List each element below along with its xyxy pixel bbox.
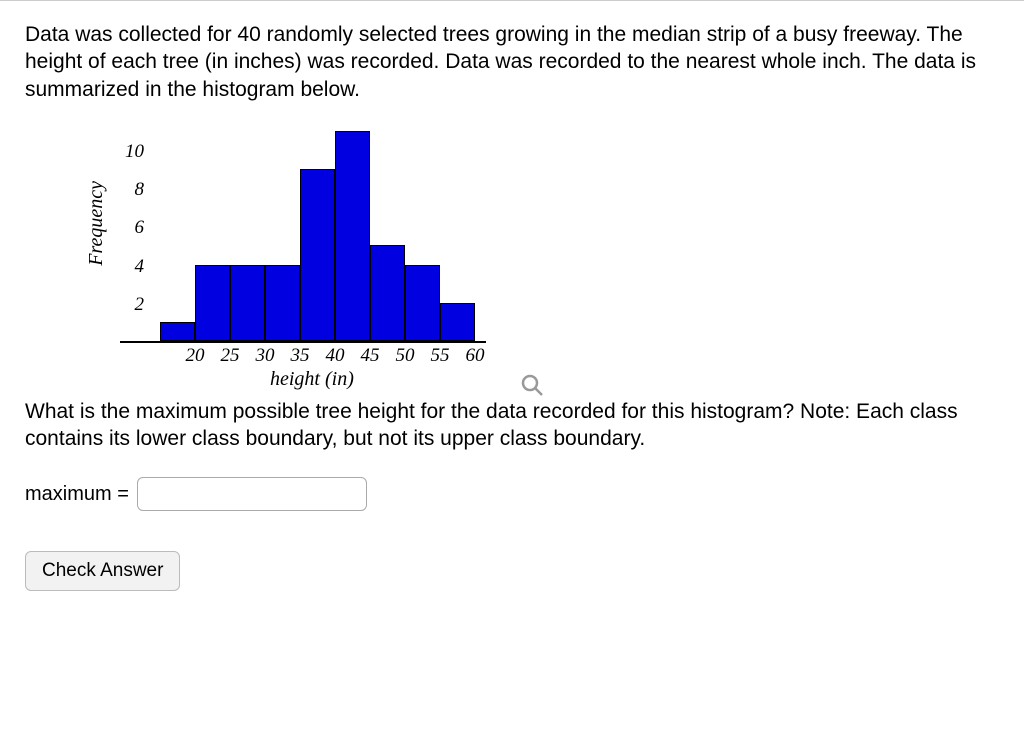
answer-input[interactable] <box>137 477 367 511</box>
x-tick-label: 60 <box>458 345 493 367</box>
x-tick-label: 20 <box>178 345 213 367</box>
histogram-bar <box>265 265 300 341</box>
magnify-icon[interactable] <box>520 373 544 397</box>
axis-extension <box>120 341 150 343</box>
x-tick-label: 40 <box>318 345 353 367</box>
x-tick-label: 45 <box>353 345 388 367</box>
answer-row: maximum = <box>25 477 999 511</box>
histogram-bar <box>195 265 230 341</box>
y-tick-label: 10 <box>125 142 144 162</box>
problem-statement: Data was collected for 40 randomly selec… <box>25 21 999 103</box>
histogram-bar <box>370 245 405 340</box>
problem-container: Data was collected for 40 randomly selec… <box>0 0 1024 611</box>
question-text: What is the maximum possible tree height… <box>25 398 999 453</box>
answer-label: maximum = <box>25 483 129 506</box>
x-axis-label: height (in) <box>270 368 354 391</box>
y-tick-label: 8 <box>135 180 145 200</box>
y-axis-ticks: 10 8 6 4 2 <box>116 133 144 343</box>
histogram-chart: Frequency 10 8 6 4 2 202530354045505560 heig… <box>85 133 999 343</box>
y-axis-label: Frequency <box>85 181 108 266</box>
histogram-bar <box>230 265 265 341</box>
histogram-bar <box>335 131 370 341</box>
histogram-bar <box>160 322 195 341</box>
x-tick-label: 25 <box>213 345 248 367</box>
x-tick-label: 50 <box>388 345 423 367</box>
x-tick-label: 35 <box>283 345 318 367</box>
histogram-bar <box>440 303 475 341</box>
x-tick-label: 30 <box>248 345 283 367</box>
check-answer-button[interactable]: Check Answer <box>25 551 180 591</box>
histogram-bar <box>405 265 440 341</box>
histogram-bars <box>160 133 475 341</box>
histogram-bar <box>300 169 335 341</box>
y-tick-label: 2 <box>135 295 145 315</box>
y-tick-label: 4 <box>135 257 145 277</box>
plot-area: 202530354045505560 height (in) <box>150 133 486 343</box>
y-tick-label: 6 <box>135 218 145 238</box>
x-tick-label: 55 <box>423 345 458 367</box>
